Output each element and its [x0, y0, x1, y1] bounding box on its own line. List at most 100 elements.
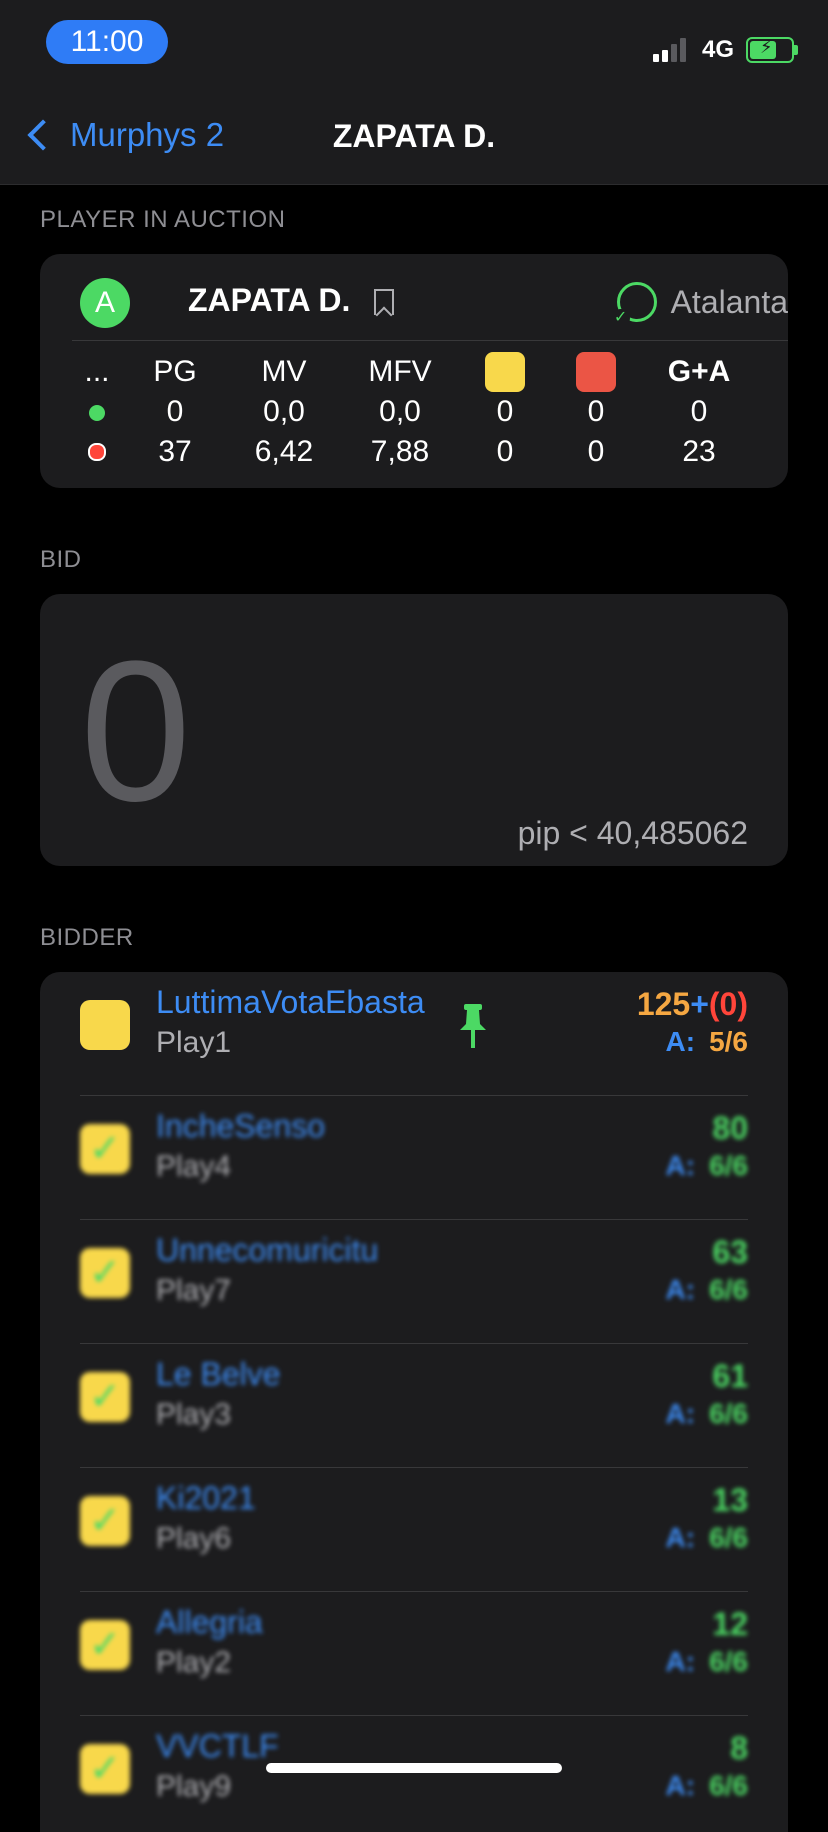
- bidder-player: Play3: [156, 1398, 232, 1431]
- slots-value: 6/6: [709, 1770, 748, 1801]
- bidder-slots: A: 6/6: [666, 1150, 748, 1182]
- bidder-row[interactable]: ✓ Ki2021 Play6 13 A: 6/6: [80, 1468, 748, 1592]
- status-time[interactable]: 11:00: [46, 20, 168, 64]
- checkmark-icon: ✓: [80, 1620, 130, 1670]
- bidder-player: Play6: [156, 1522, 232, 1555]
- bidder-slots: A: 6/6: [666, 1646, 748, 1678]
- stats-header-more: ...: [84, 355, 110, 388]
- stat-value: 0: [496, 435, 514, 468]
- bidder-slots: A: 6/6: [666, 1274, 748, 1306]
- navigation-bar: Murphys 2 ZAPATA D.: [0, 90, 828, 185]
- bid-value: 0: [80, 620, 192, 843]
- bidder-slots: A: 5/6: [666, 1026, 748, 1058]
- bidder-amount: 8: [730, 1730, 748, 1766]
- stats-table: ... PG MV MFV G+A 0 0,0 0,0 0 0 0 37 6,4…: [72, 352, 756, 472]
- player-header: A ZAPATA D. Atalanta: [80, 272, 788, 334]
- bid-card[interactable]: 0 pip < 40,485062: [40, 594, 788, 866]
- battery-icon: ⚡: [746, 37, 798, 63]
- bidder-amount: 12: [712, 1606, 748, 1642]
- stat-value: 0: [166, 395, 184, 428]
- checkmark-icon: ✓: [80, 1248, 130, 1298]
- checkmark-icon: ✓: [80, 1372, 130, 1422]
- slots-label: A:: [665, 1398, 696, 1429]
- team-info: Atalanta: [611, 282, 788, 327]
- bidder-amount: 63: [712, 1234, 748, 1270]
- bidder-list: LuttimaVotaEbasta Play1 125+(0) A: 5/6 ✓ …: [40, 972, 788, 1832]
- bidder-row[interactable]: ✓ IncheSenso Play4 80 A: 6/6: [80, 1096, 748, 1220]
- stat-value: 0: [587, 395, 605, 428]
- slots-label: A:: [665, 1646, 696, 1677]
- slots-value: 6/6: [709, 1150, 748, 1181]
- player-card[interactable]: A ZAPATA D. Atalanta ... PG MV MFV G+A 0…: [40, 254, 788, 488]
- stats-row-current: 0 0,0 0,0 0 0 0: [72, 392, 756, 432]
- bidder-amount: 13: [712, 1482, 748, 1518]
- bidder-row[interactable]: ✓ VVCTLF Play9 8 A: 6/6: [80, 1716, 748, 1832]
- stat-value: 37: [158, 435, 192, 468]
- bidder-player: Play7: [156, 1274, 232, 1307]
- stat-value: 0: [496, 395, 514, 428]
- team-user-icon: [611, 282, 657, 327]
- slots-label: A:: [665, 1274, 696, 1305]
- bidder-player: Play2: [156, 1646, 232, 1679]
- slots-label: A:: [665, 1522, 696, 1553]
- bidder-slots: A: 6/6: [666, 1770, 748, 1802]
- section-label-bid: BID: [40, 546, 82, 573]
- bidder-slots: A: 6/6: [666, 1398, 748, 1430]
- divider: [72, 340, 788, 341]
- bidder-slots: A: 6/6: [666, 1522, 748, 1554]
- bidder-name: Ki2021: [156, 1480, 256, 1516]
- bidder-player: Play9: [156, 1770, 232, 1803]
- bidder-row-current[interactable]: LuttimaVotaEbasta Play1 125+(0) A: 5/6: [80, 972, 748, 1096]
- stat-value: 0: [690, 395, 708, 428]
- status-bar: 11:00 4G ⚡: [0, 0, 828, 90]
- player-name: ZAPATA D.: [188, 282, 351, 318]
- network-type: 4G: [701, 36, 734, 63]
- checkmark-icon: ✓: [80, 1744, 130, 1794]
- red-dot-icon: [72, 435, 122, 469]
- stats-header-mv: MV: [261, 355, 307, 388]
- bookmark-icon[interactable]: [374, 289, 394, 315]
- stats-header-mfv: MFV: [368, 355, 432, 388]
- stat-value: 0,0: [263, 395, 305, 428]
- red-card-icon: [550, 352, 642, 392]
- bidder-name: VVCTLF: [156, 1728, 279, 1764]
- slots-value: 5/6: [709, 1026, 748, 1057]
- yellow-card-icon: [460, 352, 550, 392]
- bidder-name: Le Belve: [156, 1356, 281, 1392]
- section-label-bidder: BIDDER: [40, 924, 134, 951]
- stat-value: 7,88: [370, 435, 430, 468]
- pin-icon[interactable]: [458, 1004, 488, 1050]
- slots-value: 6/6: [709, 1274, 748, 1305]
- bidder-name: LuttimaVotaEbasta: [156, 984, 425, 1020]
- bidder-amount: 80: [712, 1110, 748, 1146]
- stats-header-pg: PG: [153, 355, 197, 388]
- team-name: Atalanta: [670, 283, 788, 320]
- bidder-row[interactable]: ✓ Allegria Play2 12 A: 6/6: [80, 1592, 748, 1716]
- bidder-name: Allegria: [156, 1604, 263, 1640]
- stat-value: 0,0: [379, 395, 421, 428]
- slots-label: A:: [665, 1770, 696, 1801]
- checkmark-icon: ✓: [80, 1496, 130, 1546]
- bidder-status-box: [80, 1000, 130, 1050]
- avatar: A: [80, 278, 130, 328]
- bidder-amount: 61: [712, 1358, 748, 1394]
- bidder-name: IncheSenso: [156, 1108, 326, 1144]
- checkmark-icon: ✓: [80, 1124, 130, 1174]
- bidder-row[interactable]: ✓ Le Belve Play3 61 A: 6/6: [80, 1344, 748, 1468]
- pip-threshold: pip < 40,485062: [517, 815, 748, 851]
- home-indicator[interactable]: [266, 1763, 562, 1773]
- slots-label: A:: [665, 1150, 696, 1181]
- slots-label: A:: [665, 1026, 696, 1057]
- bidder-row[interactable]: ✓ Unnecomuricitu Play7 63 A: 6/6: [80, 1220, 748, 1344]
- stats-header-row: ... PG MV MFV G+A: [72, 352, 756, 392]
- stats-header-ga: G+A: [667, 355, 731, 388]
- status-indicators: 4G ⚡: [652, 36, 798, 64]
- plus-sign: +: [690, 986, 709, 1022]
- slots-value: 6/6: [709, 1522, 748, 1553]
- stat-value: 0: [587, 435, 605, 468]
- slots-value: 6/6: [709, 1398, 748, 1429]
- bid-amount: 125: [636, 986, 691, 1022]
- stat-value: 23: [682, 435, 716, 468]
- stats-row-previous: 37 6,42 7,88 0 0 23: [72, 432, 756, 472]
- stat-value: 6,42: [254, 435, 314, 468]
